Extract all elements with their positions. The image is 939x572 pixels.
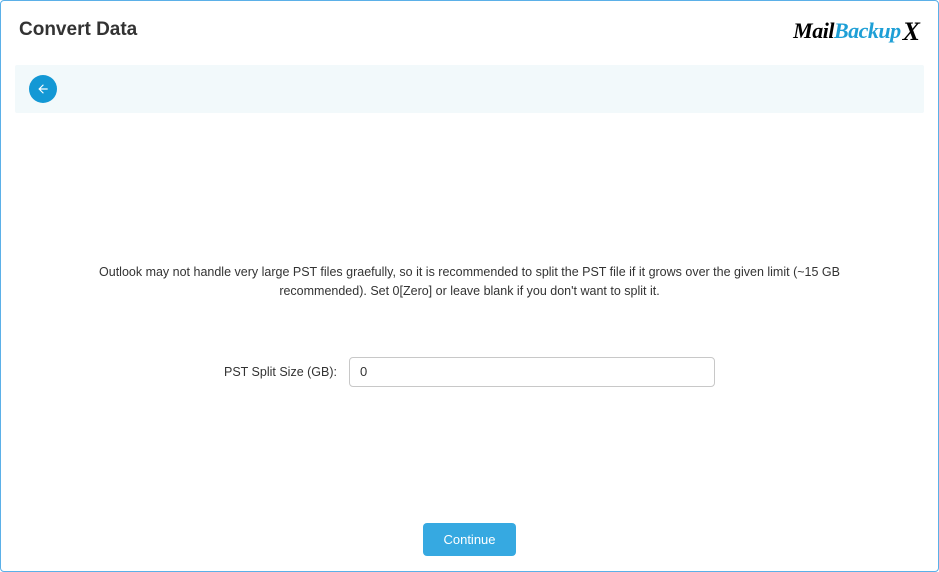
continue-button[interactable]: Continue <box>423 523 515 556</box>
description-text: Outlook may not handle very large PST fi… <box>61 263 878 301</box>
logo-backup: Backup <box>834 18 901 44</box>
split-size-label: PST Split Size (GB): <box>224 365 337 379</box>
logo-mail: Mail <box>793 18 834 44</box>
back-button[interactable] <box>29 75 57 103</box>
back-bar <box>15 65 924 113</box>
content-area: Outlook may not handle very large PST fi… <box>1 113 938 387</box>
header: Convert Data MailBackupX <box>1 1 938 55</box>
split-size-input[interactable] <box>349 357 715 387</box>
footer: Continue <box>0 523 939 556</box>
split-size-row: PST Split Size (GB): <box>61 357 878 387</box>
logo-x: X <box>903 17 920 47</box>
arrow-left-icon <box>36 82 50 96</box>
page-title: Convert Data <box>19 19 137 41</box>
app-logo: MailBackupX <box>793 15 920 45</box>
